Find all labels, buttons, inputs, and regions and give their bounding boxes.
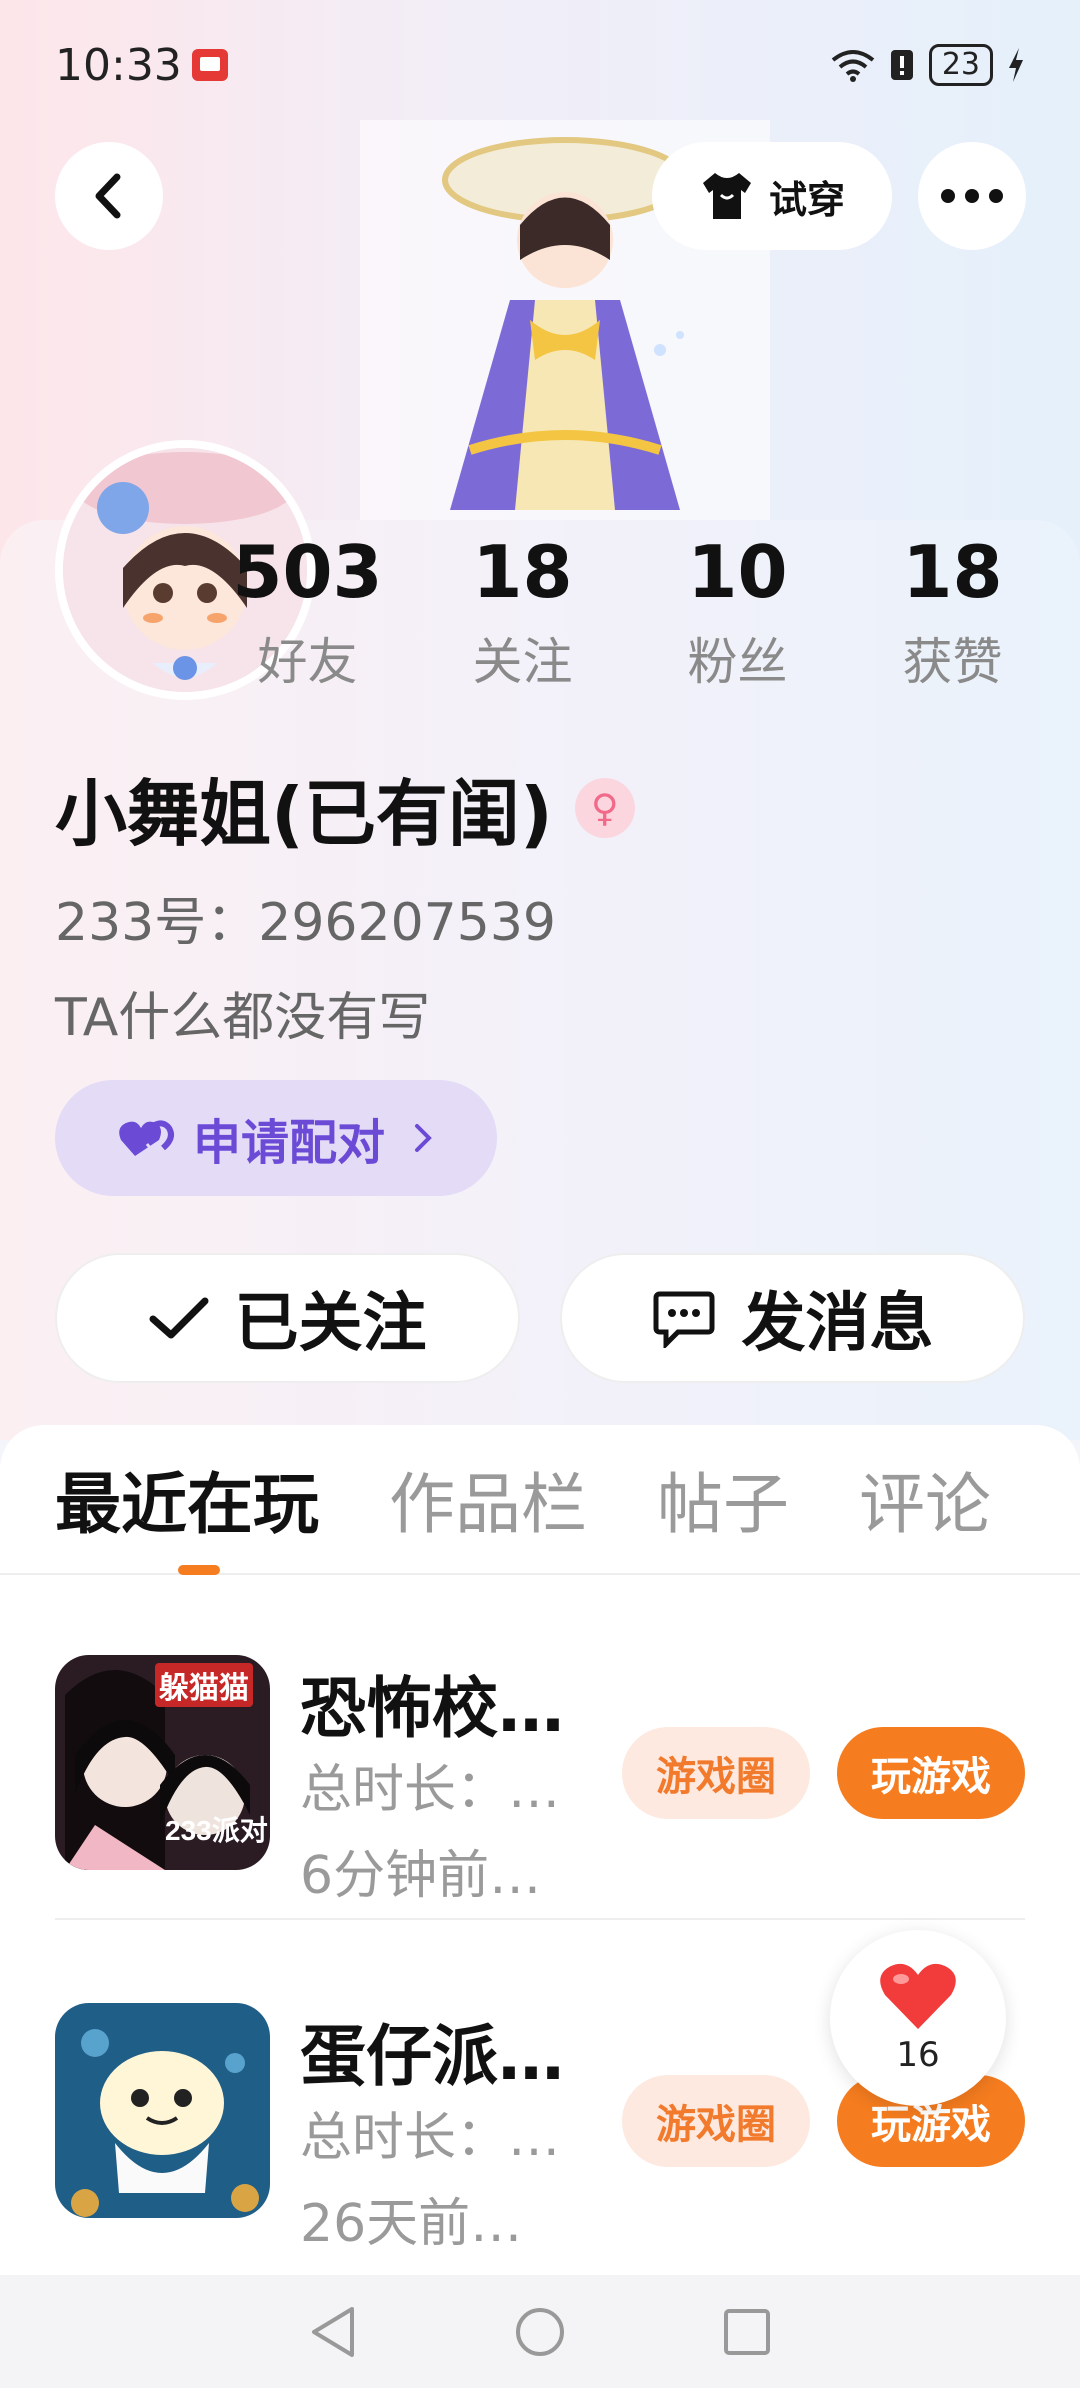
tab-recent-playing[interactable]: 最近在玩 xyxy=(55,1451,319,1547)
status-time: 10:33 xyxy=(55,39,182,91)
game-icon xyxy=(55,2003,270,2218)
female-icon: ♀ xyxy=(574,777,635,838)
chevron-left-icon xyxy=(95,173,121,219)
notification-icon xyxy=(191,49,228,81)
alert-icon xyxy=(890,50,913,80)
stat-friends[interactable]: 503 好友 xyxy=(200,520,415,700)
game-icon: 233派对 躲猫猫 xyxy=(55,1655,270,1870)
tryon-button[interactable]: 试穿 xyxy=(652,142,892,250)
game-duration: 总时长：… xyxy=(300,2108,561,2168)
back-button[interactable] xyxy=(55,142,163,250)
chat-bubble-icon xyxy=(653,1291,714,1348)
heart-pair-icon xyxy=(119,1120,174,1156)
request-pair-button[interactable]: 申请配对 xyxy=(55,1080,497,1196)
system-nav-bar xyxy=(0,2275,1080,2388)
stat-fans[interactable]: 10 粉丝 xyxy=(630,520,845,700)
recents-nav-icon[interactable] xyxy=(722,2307,772,2357)
stat-value: 18 xyxy=(902,530,1003,614)
game-last-played: 26天前… xyxy=(300,2194,523,2254)
like-floating-button[interactable]: 16 xyxy=(830,1930,1006,2106)
game-title: 恐怖校… xyxy=(300,1670,564,1747)
stat-label: 关注 xyxy=(472,633,573,691)
user-bio: TA什么都没有写 xyxy=(55,988,431,1048)
wifi-icon xyxy=(831,50,875,82)
shirt-icon xyxy=(702,173,751,219)
game-badge: 躲猫猫 xyxy=(155,1663,253,1707)
play-game-button[interactable]: 玩游戏 xyxy=(837,1727,1025,1819)
stat-following[interactable]: 18 关注 xyxy=(415,520,630,700)
name-row: 小舞姐(已有闺) ♀ xyxy=(55,755,635,860)
heart-icon xyxy=(880,1963,956,2029)
content-panel: 最近在玩 作品栏 帖子 评论 233派对 躲猫猫 恐怖校… 总时长：… 6分钟前… xyxy=(0,1425,1080,2275)
back-nav-icon[interactable] xyxy=(308,2305,358,2359)
charging-icon xyxy=(1009,48,1023,82)
user-id: 233号：296207539 xyxy=(55,893,557,953)
profile-stats: 503 好友 18 关注 10 粉丝 18 获赞 xyxy=(200,520,1060,700)
like-count: 16 xyxy=(896,2035,940,2075)
stat-value: 503 xyxy=(232,530,383,614)
chevron-right-icon xyxy=(415,1124,432,1152)
status-bar: 10:33 23 xyxy=(0,0,1080,130)
stat-value: 18 xyxy=(472,530,573,614)
game-circle-button[interactable]: 游戏圈 xyxy=(622,2075,810,2167)
stat-likes[interactable]: 18 获赞 xyxy=(845,520,1060,700)
game-last-played: 6分钟前… xyxy=(300,1846,542,1906)
followed-label: 已关注 xyxy=(234,1287,427,1361)
tab-indicator xyxy=(178,1565,220,1575)
game-circle-button[interactable]: 游戏圈 xyxy=(622,1727,810,1819)
user-name: 小舞姐(已有闺) xyxy=(55,772,553,856)
stat-value: 10 xyxy=(687,530,788,614)
game-title: 蛋仔派… xyxy=(300,2018,564,2095)
stat-label: 粉丝 xyxy=(687,633,788,691)
game-item[interactable]: 233派对 躲猫猫 恐怖校… 总时长：… 6分钟前… 游戏圈 玩游戏 xyxy=(55,1655,1025,1920)
send-message-button[interactable]: 发消息 xyxy=(560,1253,1025,1383)
more-icon xyxy=(941,189,1003,203)
send-message-label: 发消息 xyxy=(741,1287,934,1361)
check-icon xyxy=(149,1297,208,1339)
tab-comments[interactable]: 评论 xyxy=(859,1451,991,1547)
battery-indicator: 23 xyxy=(928,44,993,86)
home-nav-icon[interactable] xyxy=(513,2305,567,2359)
tab-works[interactable]: 作品栏 xyxy=(389,1451,587,1547)
game-duration: 总时长：… xyxy=(300,1760,561,1820)
followed-button[interactable]: 已关注 xyxy=(55,1253,520,1383)
tab-posts[interactable]: 帖子 xyxy=(657,1451,789,1547)
request-pair-label: 申请配对 xyxy=(192,1115,385,1171)
profile-tabs: 最近在玩 作品栏 帖子 评论 xyxy=(0,1425,1080,1575)
more-button[interactable] xyxy=(918,142,1026,250)
stat-label: 好友 xyxy=(257,633,358,691)
svg-text:233派对: 233派对 xyxy=(165,1815,268,1846)
tryon-label: 试穿 xyxy=(768,177,845,222)
stat-label: 获赞 xyxy=(902,633,1003,691)
